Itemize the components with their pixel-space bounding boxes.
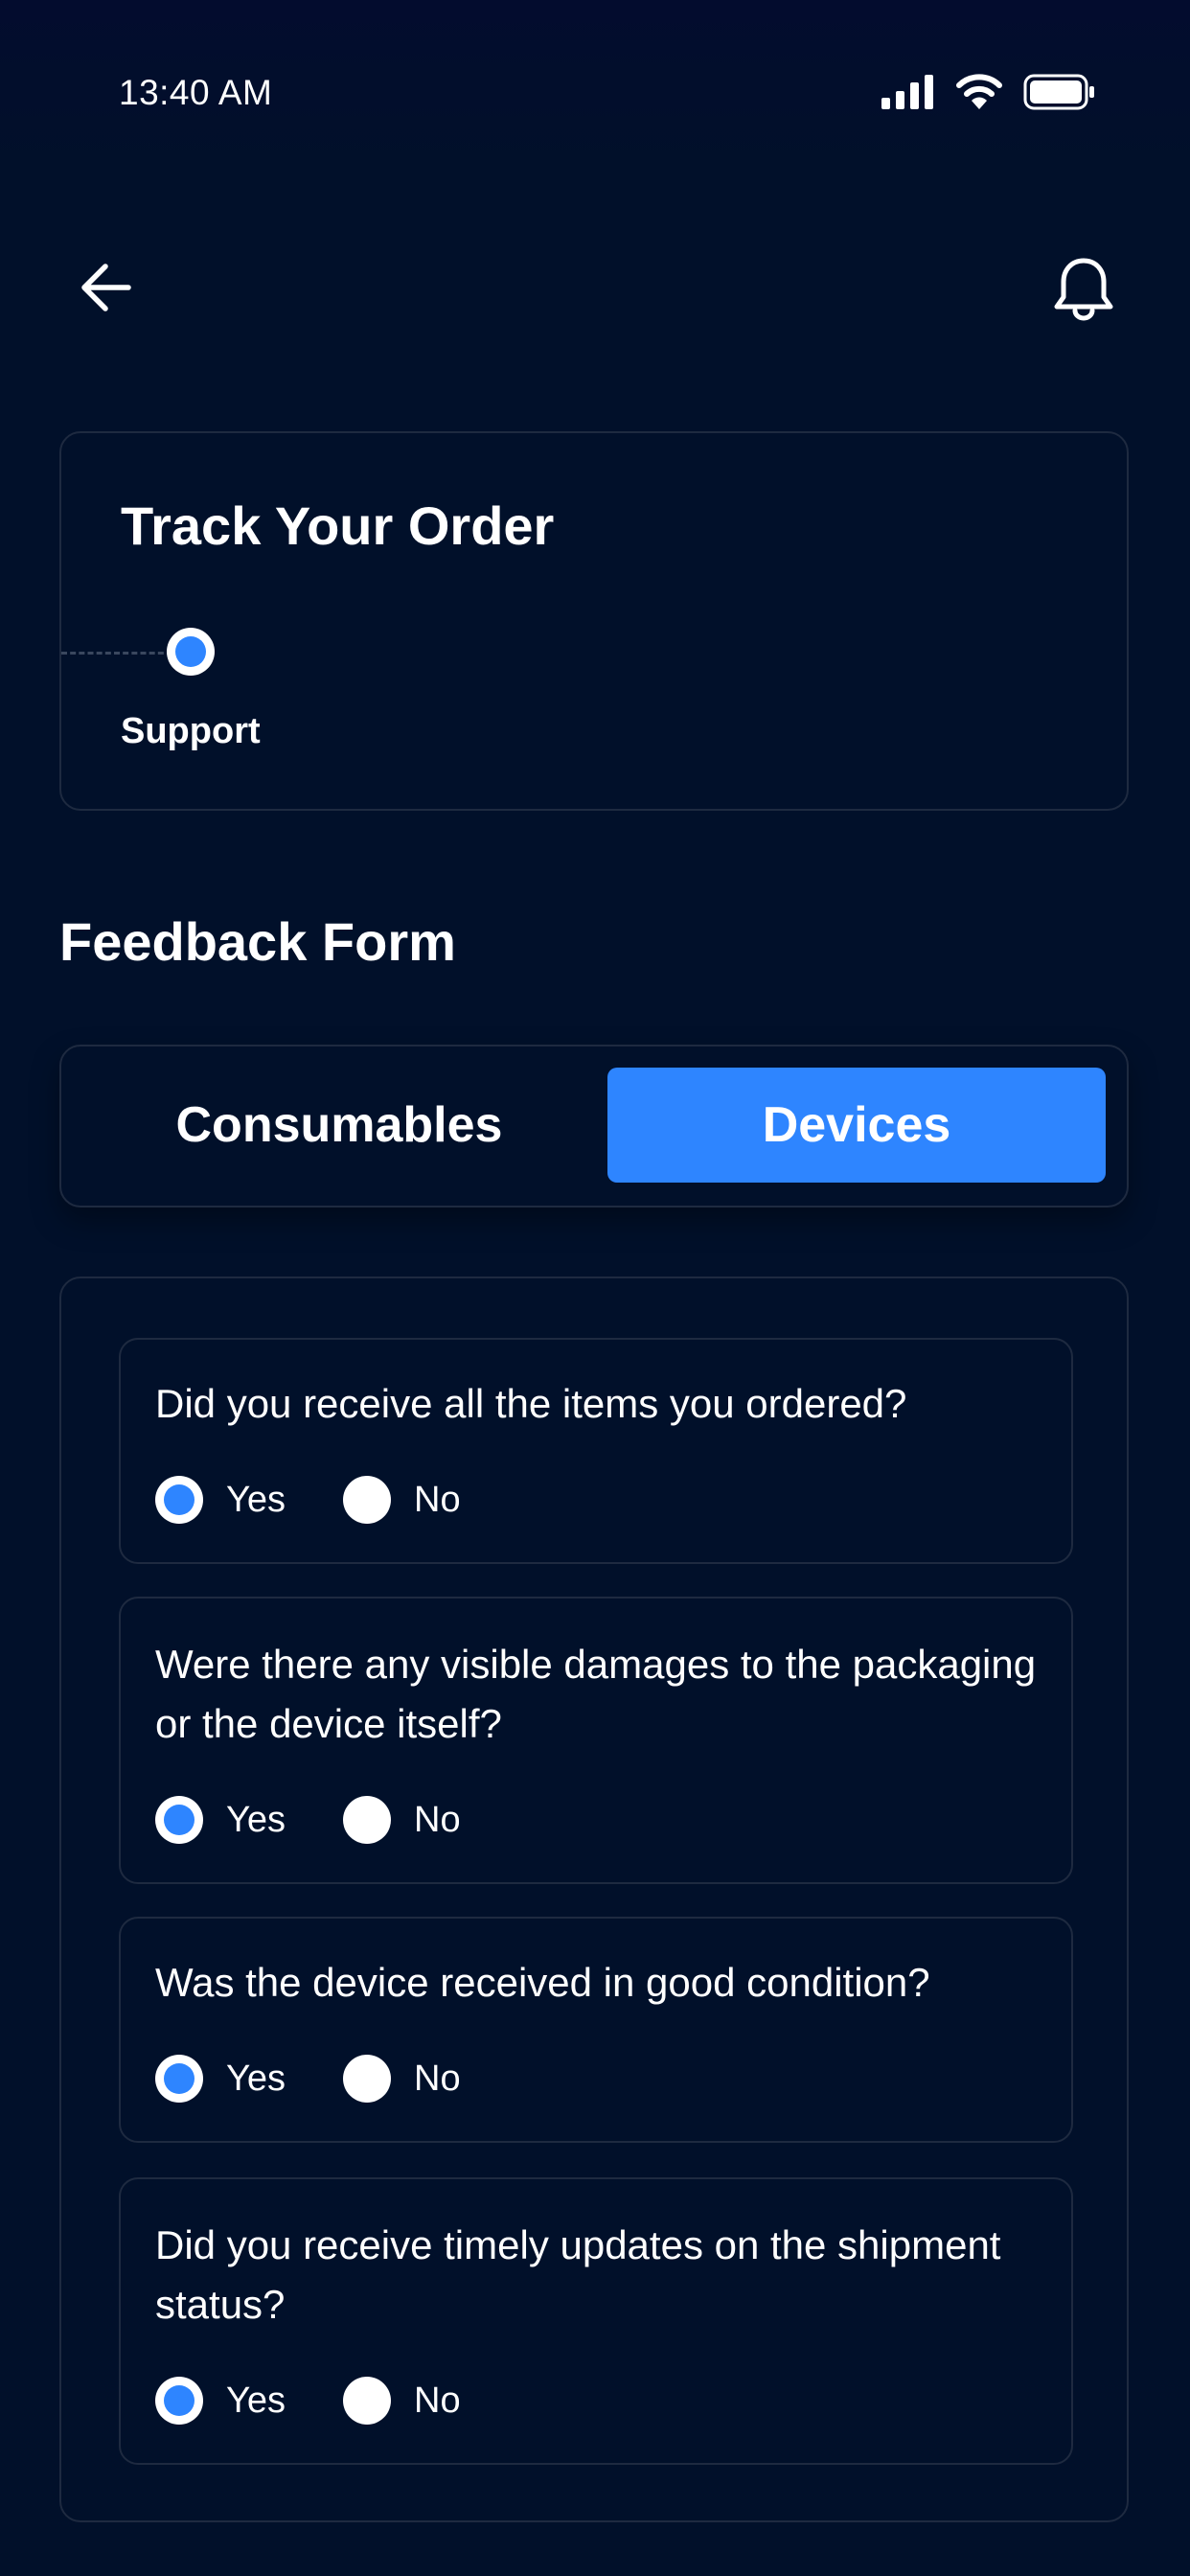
bell-icon [1054,258,1113,321]
question-card: Did you receive timely updates on the sh… [119,2177,1073,2465]
answer-options: Yes No [155,2377,461,2425]
wifi-icon [956,74,1002,109]
tab-consumables[interactable]: Consumables [71,1068,607,1183]
option-yes[interactable]: Yes [155,1796,286,1844]
radio-checked-icon[interactable] [155,1796,203,1844]
option-yes[interactable]: Yes [155,2055,286,2103]
status-time: 13:40 AM [119,73,273,112]
radio-checked-icon[interactable] [155,2055,203,2103]
option-label: Yes [226,1799,286,1840]
option-no[interactable]: No [343,2055,461,2103]
battery-icon [1023,74,1094,110]
option-label: No [414,2058,461,2099]
option-label: No [414,1479,461,1520]
feedback-form-title: Feedback Form [59,911,456,972]
progress-step-label: Support [121,711,261,751]
option-no[interactable]: No [343,2377,461,2425]
question-text: Did you receive all the items you ordere… [155,1381,907,1426]
progress-step-indicator [167,628,215,676]
questions-container: Did you receive all the items you ordere… [59,1276,1129,2522]
option-label: Yes [226,1479,286,1520]
radio-unchecked-icon[interactable] [343,1476,391,1524]
radio-unchecked-icon[interactable] [343,2055,391,2103]
tab-devices[interactable]: Devices [607,1068,1106,1183]
status-bar: 13:40 AM [0,0,1190,192]
option-yes[interactable]: Yes [155,2377,286,2425]
notifications-button[interactable] [1048,253,1119,324]
option-no[interactable]: No [343,1796,461,1844]
option-label: No [414,1799,461,1840]
status-icons [881,73,1096,111]
option-label: Yes [226,2058,286,2099]
answer-options: Yes No [155,2055,461,2103]
radio-unchecked-icon[interactable] [343,2377,391,2425]
question-text: Was the device received in good conditio… [155,1960,930,2005]
question-card: Did you receive all the items you ordere… [119,1338,1073,1564]
cellular-signal-icon [881,75,933,109]
progress-connector-line [61,652,172,655]
feedback-tabs: Consumables Devices [59,1045,1129,1208]
option-no[interactable]: No [343,1476,461,1524]
question-card: Were there any visible damages to the pa… [119,1597,1073,1884]
back-button[interactable] [77,257,138,318]
question-card: Was the device received in good conditio… [119,1917,1073,2143]
radio-unchecked-icon[interactable] [343,1796,391,1844]
answer-options: Yes No [155,1796,461,1844]
track-order-title: Track Your Order [121,495,555,556]
option-label: No [414,2380,461,2421]
question-text: Did you receive timely updates on the sh… [155,2222,1001,2327]
arrow-left-icon [81,264,131,311]
radio-checked-icon[interactable] [155,1476,203,1524]
track-order-card: Track Your Order Support [59,431,1129,811]
radio-checked-icon[interactable] [155,2377,203,2425]
option-label: Yes [226,2380,286,2421]
question-text: Were there any visible damages to the pa… [155,1642,1037,1746]
answer-options: Yes No [155,1476,461,1524]
option-yes[interactable]: Yes [155,1476,286,1524]
